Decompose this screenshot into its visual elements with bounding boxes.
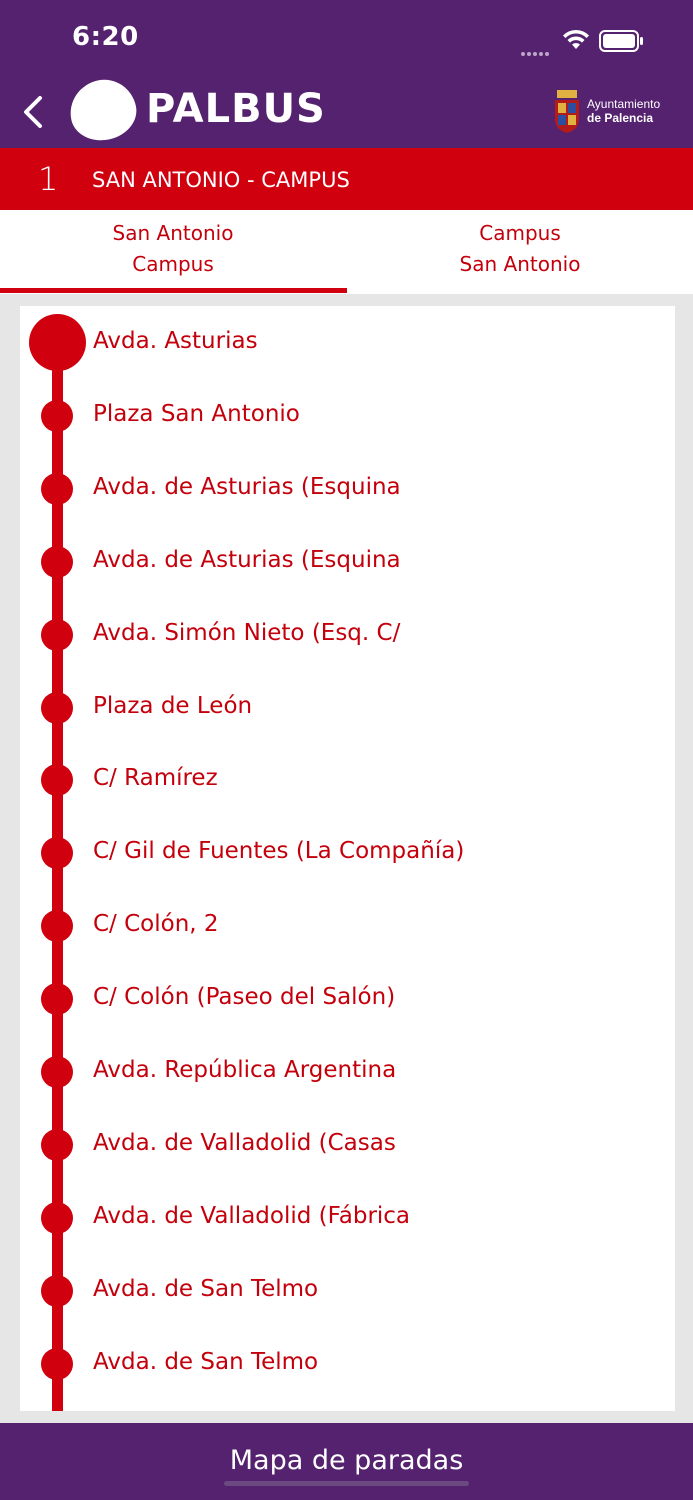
- ayto-line2: de Palencia: [587, 111, 654, 125]
- stop-name: C/ Colón (Paseo del Salón): [93, 984, 396, 1011]
- stop-name: Plaza San Antonio: [93, 400, 300, 427]
- stop-item[interactable]: Plaza San Antonio: [20, 379, 675, 452]
- stop-item[interactable]: C/ Colón (Paseo del Salón): [20, 962, 675, 1035]
- stop-name: Avda. de Valladolid (Fábrica: [93, 1202, 411, 1229]
- stop-marker: [41, 983, 73, 1016]
- stops-card: Avda. Asturias Plaza San Antonio Avda. de …: [20, 306, 675, 1411]
- tab-label-line1: Campus: [479, 221, 561, 245]
- ayuntamiento-text: Ayuntamiento de Palencia: [587, 97, 660, 125]
- status-icons: [521, 27, 651, 56]
- stop-item[interactable]: Avda. República Argentina: [20, 1035, 675, 1108]
- stop-name: C/ Colón, 2: [93, 911, 219, 938]
- stop-item[interactable]: Avda. de Valladolid (Casas: [20, 1108, 675, 1181]
- tab-campus-san-antonio[interactable]: Campus San Antonio: [347, 218, 693, 280]
- stop-marker: [41, 837, 73, 870]
- stop-name: Plaza de León: [93, 692, 253, 719]
- coat-of-arms-icon: [555, 90, 579, 133]
- tab-indicator: [0, 288, 347, 293]
- stop-name: Avda. Asturias: [93, 328, 258, 354]
- logo-text: PALBUS: [146, 86, 326, 132]
- back-arrow-icon[interactable]: [18, 92, 48, 132]
- stop-name: Avda. de Asturias (Esquina: [93, 546, 401, 573]
- palbus-logo: PALBUS: [64, 73, 390, 147]
- stops-map-button[interactable]: Mapa de paradas: [0, 1445, 693, 1476]
- stop-name: Avda. República Argentina: [93, 1057, 397, 1083]
- ayuntamiento-logo: Ayuntamiento de Palencia: [553, 88, 669, 136]
- route-bar: 1 SAN ANTONIO - CAMPUS: [0, 148, 693, 210]
- stop-marker: [41, 472, 73, 505]
- stop-marker: [41, 910, 73, 943]
- stop-item[interactable]: Avda. de San Telmo: [20, 1327, 675, 1400]
- stop-name: C/ Ramírez: [93, 765, 218, 792]
- stop-marker: [41, 618, 73, 651]
- stop-item[interactable]: Avda. de Valladolid (Fábrica: [20, 1181, 675, 1254]
- route-name: SAN ANTONIO - CAMPUS: [92, 168, 350, 192]
- tab-label-line2: San Antonio: [459, 252, 581, 276]
- route-number: 1: [38, 160, 59, 198]
- current-stop-marker: [29, 314, 86, 371]
- stop-item[interactable]: Avda. Simón Nieto (Esq. C/: [20, 598, 675, 671]
- cellular-signal-icon: [521, 41, 551, 60]
- stop-item[interactable]: C/ Ramírez: [20, 743, 675, 816]
- stop-marker: [41, 1056, 73, 1088]
- stop-marker: [41, 1128, 73, 1161]
- stop-marker: [41, 1201, 73, 1234]
- stop-item[interactable]: Avda. de Asturias (Esquina: [20, 525, 675, 598]
- logo-mark: [64, 73, 142, 147]
- app-header: 6:20 PALBUS Ayuntamiento de Palencia: [0, 0, 693, 148]
- stop-item[interactable]: C/ Gil de Fuentes (La Compañía): [20, 816, 675, 889]
- ayto-line1: Ayuntamiento: [587, 97, 661, 111]
- home-indicator: [224, 1481, 469, 1486]
- stop-marker: [41, 1347, 73, 1380]
- tab-label-line2: Campus: [132, 252, 214, 276]
- wifi-icon: [563, 29, 589, 49]
- stop-item[interactable]: Avda. de Asturias (Esquina: [20, 452, 675, 525]
- direction-tabs: San Antonio Campus Campus San Antonio: [0, 210, 693, 294]
- stop-name: Avda. de Valladolid (Casas: [93, 1129, 396, 1156]
- tab-san-antonio-campus[interactable]: San Antonio Campus: [0, 218, 346, 280]
- stop-item[interactable]: Plaza de León: [20, 671, 675, 744]
- stop-name: Avda. Simón Nieto (Esq. C/: [93, 619, 401, 646]
- stop-marker: [41, 399, 73, 432]
- stop-name: Avda. de San Telmo: [93, 1348, 319, 1375]
- stop-name: Avda. de San Telmo: [93, 1275, 319, 1302]
- tab-label-line1: San Antonio: [112, 221, 234, 245]
- stop-marker: [41, 1274, 73, 1307]
- stop-marker: [41, 545, 73, 578]
- stop-marker: [41, 691, 73, 724]
- stop-item[interactable]: Avda. de San Telmo: [20, 1254, 675, 1327]
- battery-icon: [599, 30, 643, 52]
- status-time: 6:20: [72, 22, 139, 52]
- stop-name: C/ Gil de Fuentes (La Compañía): [93, 838, 465, 865]
- stop-name: Avda. de Asturias (Esquina: [93, 473, 401, 500]
- bottom-bar: Mapa de paradas: [0, 1423, 693, 1500]
- stop-item[interactable]: C/ Colón, 2: [20, 889, 675, 962]
- stop-marker: [41, 764, 73, 797]
- stop-item[interactable]: Avda. Asturias: [20, 306, 675, 379]
